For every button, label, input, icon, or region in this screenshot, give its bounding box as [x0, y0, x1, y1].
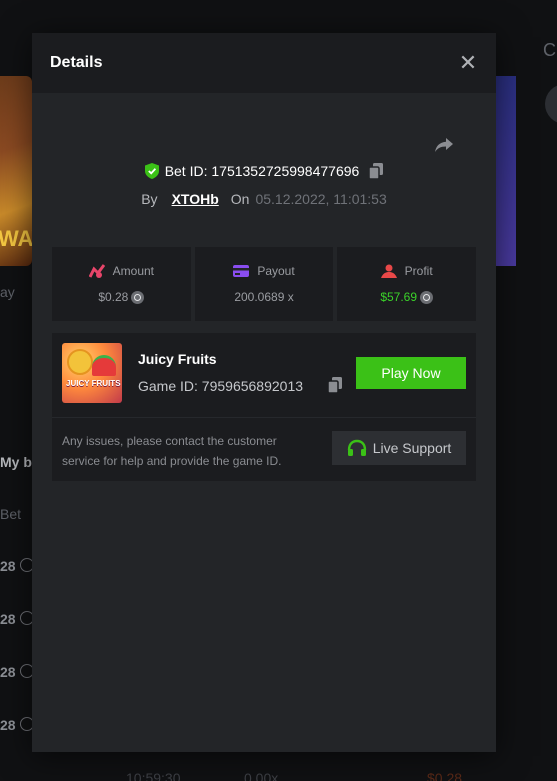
play-now-button[interactable]: Play Now — [356, 357, 466, 389]
profit-icon — [380, 264, 397, 278]
stat-amount: Amount $0.28 — [52, 247, 191, 321]
amount-value: $0.28 — [98, 290, 129, 304]
amount-label: Amount — [112, 264, 155, 278]
bet-stats: Amount $0.28 Payout 200.0689 x Profit $5… — [52, 247, 477, 321]
details-modal: Details ✕ Bet ID: 1751352725998477696 By… — [32, 33, 496, 752]
copy-icon[interactable] — [369, 163, 384, 179]
payout-label: Payout — [257, 264, 295, 278]
bg-row-value: 28 — [0, 717, 34, 733]
bg-bottom-time: 10:59:30 — [126, 770, 181, 781]
profit-value: $57.69 — [380, 290, 418, 304]
stat-payout: Payout 200.0689 x — [194, 247, 334, 321]
modal-title: Details — [50, 54, 103, 71]
bg-bottom-payout: 0.00x — [244, 770, 279, 781]
live-support-label: Live Support — [372, 440, 452, 456]
by-label: By — [141, 191, 158, 207]
modal-header: Details ✕ — [32, 33, 496, 93]
bg-game-thumbnail: WAY — [0, 76, 46, 266]
share-icon[interactable] — [432, 133, 456, 157]
profit-label: Profit — [404, 264, 433, 278]
bet-id-row: Bet ID: 1751352725998477696 — [32, 163, 496, 179]
bg-left-label: ay — [0, 284, 15, 300]
by-row: By XTOHb On 05.12.2022, 11:01:53 — [32, 191, 496, 207]
game-id: Game ID: 7959656892013 — [138, 378, 304, 394]
amount-icon — [88, 264, 105, 278]
game-card: JUICY FRUITS Juicy Fruits Game ID: 79596… — [52, 333, 476, 481]
payout-value: 200.0689 x — [234, 290, 294, 304]
live-support-button[interactable]: Live Support — [332, 431, 466, 465]
bg-game-thumbnail-right — [496, 76, 516, 266]
support-text: Any issues, please contact the customer … — [62, 434, 282, 468]
bg-row-value: 28 — [0, 664, 34, 680]
divider — [52, 417, 476, 418]
payout-icon — [233, 265, 250, 277]
bg-row-value: 28 — [0, 611, 34, 627]
game-thumbnail[interactable]: JUICY FRUITS — [62, 343, 122, 403]
bg-avatar — [545, 84, 557, 124]
bg-bet-col-label: Bet — [0, 506, 22, 522]
headset-icon — [347, 439, 366, 456]
coin-icon — [131, 290, 145, 304]
copy-icon[interactable] — [328, 377, 342, 393]
bg-bottom-amount: $0.28 — [427, 770, 463, 781]
bet-date: 05.12.2022, 11:01:53 — [255, 191, 387, 207]
username-link[interactable]: XTOHb — [172, 191, 219, 207]
stat-profit: Profit $57.69 — [337, 247, 477, 321]
game-thumbnail-text: JUICY FRUITS — [66, 379, 121, 388]
bg-right-letter: C — [543, 40, 556, 60]
on-label: On — [230, 191, 250, 207]
coin-icon — [420, 290, 434, 304]
bg-row-value: 28 — [0, 558, 34, 574]
game-name: Juicy Fruits — [138, 351, 217, 367]
bet-id: Bet ID: 1751352725998477696 — [164, 163, 360, 179]
close-icon[interactable]: ✕ — [458, 50, 478, 75]
shield-check-icon — [144, 163, 159, 179]
